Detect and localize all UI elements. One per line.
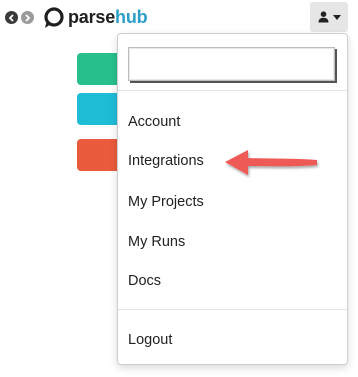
logo-text-parse: parse — [68, 7, 116, 27]
user-dropdown-menu: Account Integrations My Projects My Runs… — [117, 33, 348, 365]
parsehub-logo: parsehub — [68, 6, 148, 28]
menu-divider — [118, 309, 347, 310]
chevron-right-icon — [25, 13, 31, 22]
chevron-left-icon — [8, 13, 14, 22]
parsehub-logo-icon — [44, 7, 64, 28]
back-button[interactable] — [5, 11, 18, 24]
menu-item-logout[interactable]: Logout — [128, 328, 328, 352]
menu-item-my-runs[interactable]: My Runs — [128, 230, 328, 254]
dropdown-text-input[interactable] — [128, 47, 335, 81]
menu-divider — [118, 90, 347, 91]
forward-button[interactable] — [21, 11, 34, 24]
menu-item-account[interactable]: Account — [128, 110, 328, 134]
user-menu-toggle[interactable] — [310, 2, 348, 32]
menu-item-docs[interactable]: Docs — [128, 269, 328, 293]
caret-down-icon — [332, 14, 341, 20]
user-icon — [318, 11, 328, 23]
menu-item-my-projects[interactable]: My Projects — [128, 190, 328, 214]
logo-text-hub: hub — [115, 7, 148, 27]
annotation-arrow-icon — [225, 150, 317, 175]
